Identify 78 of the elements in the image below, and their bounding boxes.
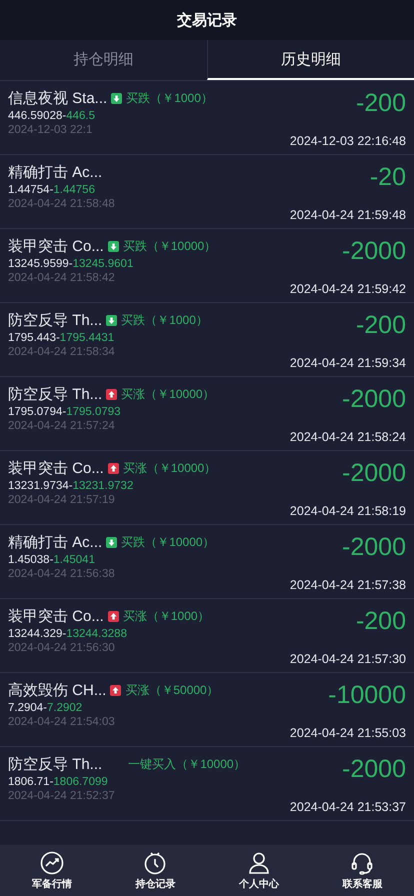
profit-amount: -200 (356, 313, 406, 338)
close-time: 2024-04-24 21:58:24 (290, 430, 406, 444)
price-range: 1806.71-1806.7099 (8, 776, 109, 788)
profit-amount: -2000 (342, 757, 406, 782)
profit-amount: -2000 (342, 535, 406, 560)
headset-icon (350, 850, 374, 874)
tab[interactable]: 历史明细 (206, 40, 414, 80)
open-time: 2024-04-24 21:57:24 (8, 420, 116, 432)
open-time: 2024-04-24 21:57:19 (8, 494, 116, 506)
open-time: 2024-04-24 21:58:34 (8, 346, 116, 358)
product-name: 装甲突击 Co... (8, 459, 104, 478)
profit-amount: -2000 (342, 387, 406, 412)
open-time: 2024-04-24 21:56:30 (8, 642, 116, 654)
trade-tag: 买跌（￥1000） (126, 90, 213, 107)
page-title: 交易记录 (177, 10, 237, 30)
up-arrow-icon (110, 685, 122, 696)
open-time: 2024-04-24 21:58:48 (8, 198, 115, 210)
product-name: 防空反导 Th... (8, 385, 102, 404)
trade-tag: 买跌（￥1000） (121, 312, 208, 329)
trade-tag: 买涨（￥10000） (121, 386, 215, 403)
close-time: 2024-04-24 21:57:38 (290, 578, 406, 592)
price-range: 13244.329-13244.3288 (8, 628, 128, 640)
down-arrow-icon (106, 315, 118, 326)
close-time: 2024-04-24 21:59:34 (290, 356, 406, 370)
trend-chart-icon (40, 850, 64, 874)
open-time: 2024-04-24 21:52:37 (8, 790, 116, 802)
close-time: 2024-04-24 21:53:37 (290, 800, 406, 814)
down-arrow-icon (108, 241, 119, 252)
price-range: 1795.443-1795.4431 (8, 332, 116, 344)
close-time: 2024-12-03 22:16:48 (290, 134, 406, 148)
profit-amount: -200 (356, 609, 406, 634)
product-name: 装甲突击 Co... (8, 607, 104, 626)
nav-item[interactable]: 个人中心 (207, 845, 310, 896)
product-name: 精确打击 Ac... (8, 533, 102, 552)
price-range: 1795.0794-1795.0793 (8, 406, 122, 418)
close-time: 2024-04-24 21:59:48 (290, 208, 406, 222)
product-name: 高效毁伤 CH... (8, 681, 106, 700)
person-icon (246, 850, 271, 874)
price-range: 1.45038-1.45041 (8, 554, 96, 566)
product-name: 信息夜视 Sta... (8, 89, 108, 108)
open-time: 2024-04-24 21:58:42 (8, 272, 116, 284)
product-name: 装甲突击 Co... (8, 237, 104, 256)
nav-item[interactable]: 持仓记录 (104, 845, 207, 896)
up-arrow-icon (108, 463, 119, 474)
trade-tag: 一键买入（￥10000） (128, 756, 246, 773)
trade-tag: 买跌（￥10000） (121, 534, 215, 551)
up-arrow-icon (106, 389, 118, 400)
price-range: 1.44754-1.44756 (8, 184, 96, 196)
profit-amount: -2000 (342, 239, 406, 264)
profit-amount: -10000 (328, 683, 406, 708)
price-range: 13245.9599-13245.9601 (8, 258, 134, 270)
price-range: 13231.9734-13231.9732 (8, 480, 134, 492)
clock-icon (143, 850, 168, 874)
nav-item[interactable]: 联系客服 (310, 845, 414, 896)
product-name: 精确打击 Ac... (8, 163, 102, 182)
trade-tag: 买跌（￥10000） (122, 238, 216, 255)
profit-amount: -200 (356, 91, 406, 116)
close-time: 2024-04-24 21:58:19 (290, 504, 406, 518)
price-range: 7.2904-7.2902 (8, 702, 84, 714)
down-arrow-icon (106, 537, 118, 548)
close-time: 2024-04-24 21:55:03 (290, 726, 406, 740)
trade-tag: 买涨（￥50000） (125, 682, 219, 699)
up-arrow-icon (108, 611, 119, 622)
price-range: 446.59028-446.5 (8, 110, 96, 122)
product-name: 防空反导 Th... (8, 755, 102, 774)
trade-tag: 买涨（￥1000） (122, 608, 210, 625)
open-time: 2024-04-24 21:56:38 (8, 568, 116, 580)
close-time: 2024-04-24 21:59:42 (290, 282, 406, 296)
open-time: 2024-04-24 21:54:03 (8, 716, 116, 728)
profit-amount: -20 (370, 165, 406, 190)
tab[interactable]: 持仓明细 (0, 40, 206, 80)
product-name: 防空反导 Th... (8, 311, 102, 330)
profit-amount: -2000 (342, 461, 406, 486)
open-time: 2024-12-03 22:1 (8, 124, 94, 136)
down-arrow-icon (111, 93, 122, 104)
close-time: 2024-04-24 21:57:30 (290, 652, 406, 666)
nav-item[interactable]: 军备行情 (0, 845, 104, 896)
trade-tag: 买涨（￥10000） (122, 460, 216, 477)
